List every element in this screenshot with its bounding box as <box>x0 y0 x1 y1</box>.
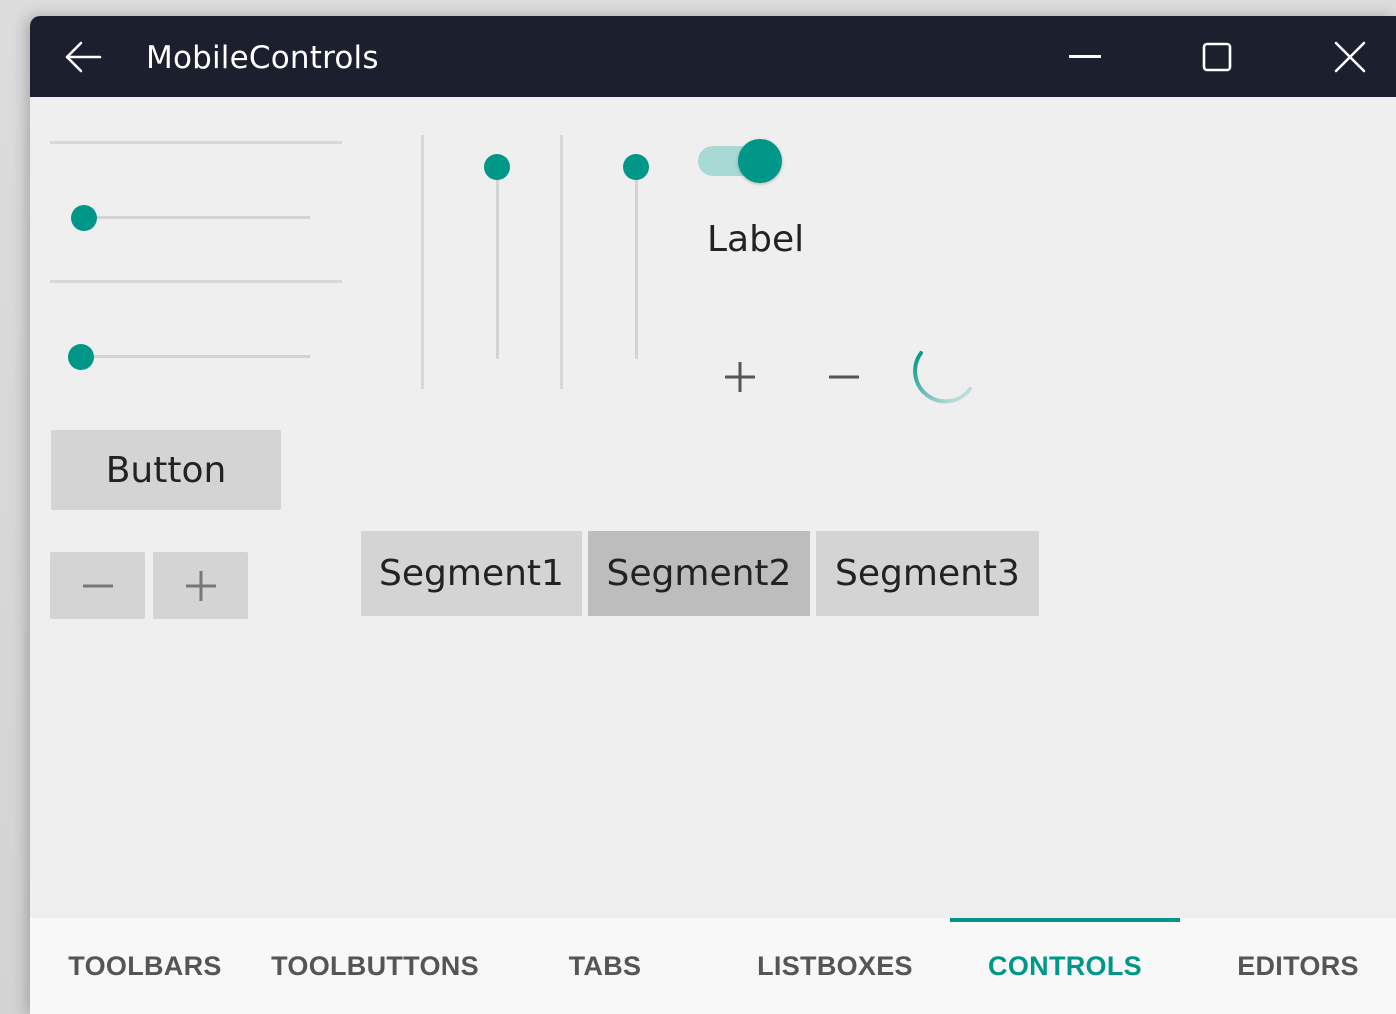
tab-editors[interactable]: EDITORS <box>1200 918 1396 1014</box>
tab-controls[interactable]: CONTROLS <box>950 918 1180 1014</box>
tab-listboxes[interactable]: LISTBOXES <box>720 918 950 1014</box>
vertical-slider-2[interactable] <box>622 153 652 359</box>
vertical-slider-1[interactable] <box>483 153 513 359</box>
stepper-plus-button[interactable] <box>153 552 248 619</box>
separator-line <box>50 141 342 144</box>
loading-spinner-icon <box>913 351 972 404</box>
tab-toolbars[interactable]: TOOLBARS <box>50 918 240 1014</box>
minimize-icon <box>1069 54 1101 58</box>
segment-2[interactable]: Segment2 <box>588 531 810 616</box>
title-bar: MobileControls <box>30 16 1396 97</box>
slider-thumb[interactable] <box>68 344 94 370</box>
slider-thumb[interactable] <box>71 205 97 231</box>
tab-tabs[interactable]: TABS <box>510 918 700 1014</box>
horizontal-slider-1[interactable] <box>70 201 310 235</box>
slider-thumb[interactable] <box>484 154 510 180</box>
minimize-button[interactable] <box>1050 16 1120 97</box>
horizontal-slider-2[interactable] <box>67 340 310 374</box>
separator-line-vertical <box>560 135 563 389</box>
back-arrow-icon <box>65 41 102 72</box>
plus-icon <box>725 362 755 392</box>
separator-line <box>50 280 342 283</box>
window-title: MobileControls <box>146 40 379 76</box>
slider-track <box>635 167 638 359</box>
back-button[interactable] <box>50 16 116 97</box>
slider-track <box>81 355 310 358</box>
close-button[interactable] <box>1314 16 1386 97</box>
controls-page: Label Button Segment1 Segment2 Segment3 <box>30 97 1396 918</box>
close-icon <box>1334 41 1366 72</box>
main-button[interactable]: Button <box>51 430 281 510</box>
spin-plus-button[interactable] <box>718 355 762 399</box>
activity-indicator <box>912 345 976 409</box>
maximize-icon <box>1202 42 1232 71</box>
app-window: MobileControls Label Button Segment1 Seg… <box>30 16 1396 1014</box>
slider-track <box>84 216 310 219</box>
desktop-background: MobileControls Label Button Segment1 Seg… <box>0 0 1396 1014</box>
stepper-minus-button[interactable] <box>50 552 145 619</box>
label-text: Label <box>707 219 805 260</box>
bottom-tab-bar: TOOLBARS TOOLBUTTONS TABS LISTBOXES CONT… <box>30 918 1396 1014</box>
maximize-button[interactable] <box>1182 16 1252 97</box>
minus-icon <box>82 584 113 587</box>
plus-icon <box>185 570 216 601</box>
switch-thumb <box>738 139 782 183</box>
segment-1[interactable]: Segment1 <box>361 531 582 616</box>
slider-thumb[interactable] <box>623 154 649 180</box>
tab-toolbuttons[interactable]: TOOLBUTTONS <box>260 918 490 1014</box>
separator-line-vertical <box>421 135 424 389</box>
slider-track <box>496 167 499 359</box>
minus-icon <box>829 375 859 379</box>
toggle-switch[interactable] <box>698 138 784 184</box>
spin-minus-button[interactable] <box>822 355 866 399</box>
segment-3[interactable]: Segment3 <box>816 531 1039 616</box>
